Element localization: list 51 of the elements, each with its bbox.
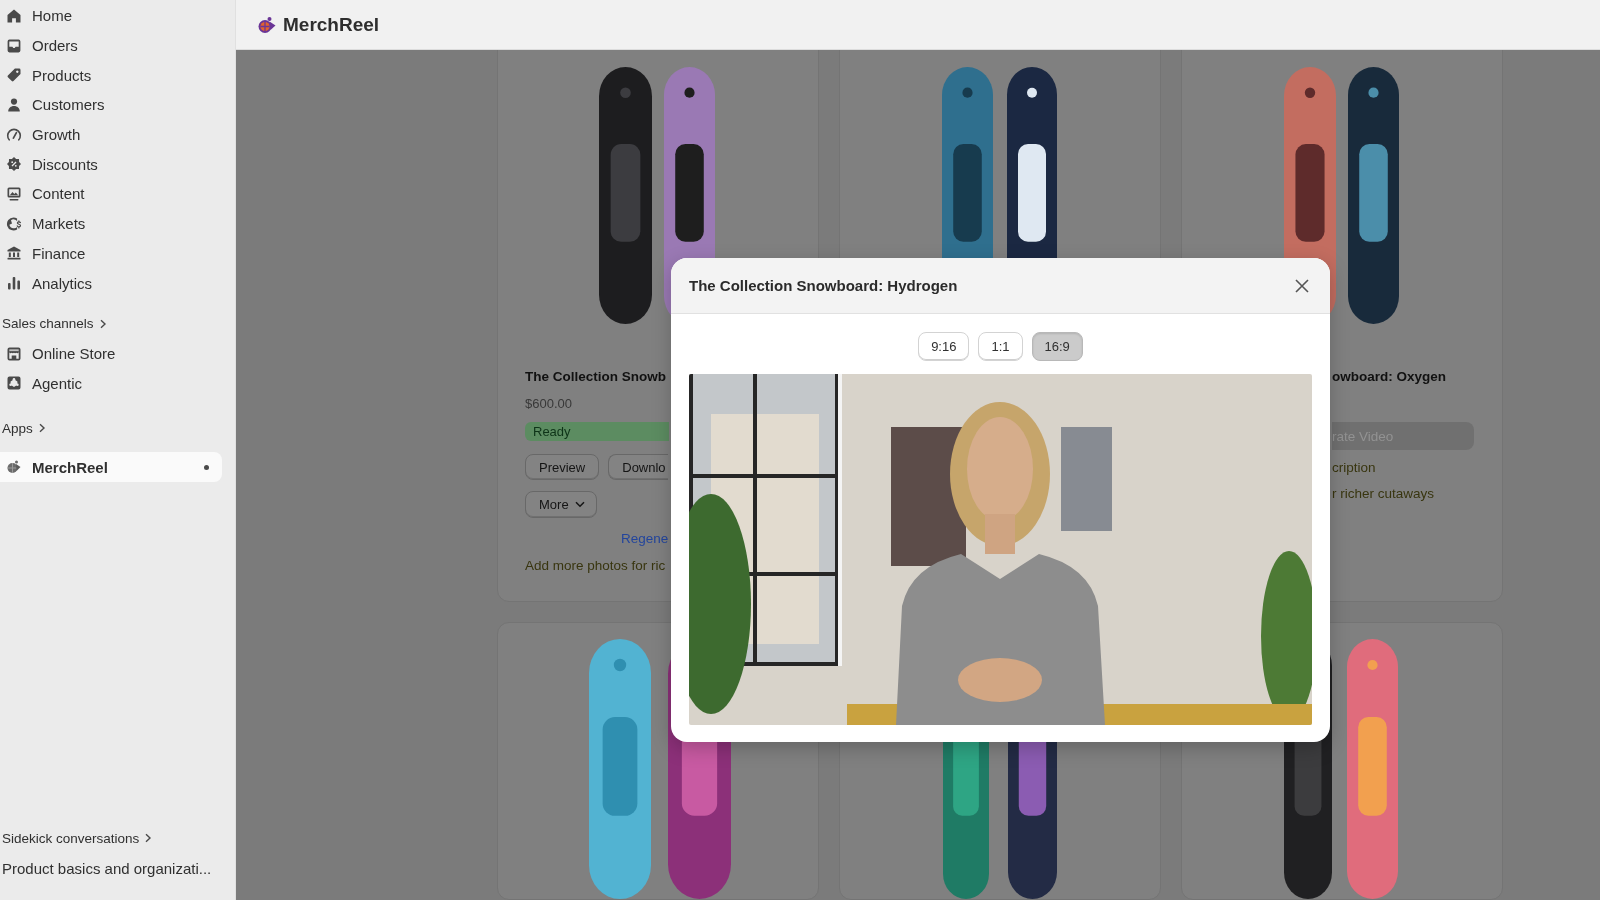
hint-text: r richer cutaways xyxy=(1332,485,1435,503)
dialog-title: The Collection Snowboard: Hydrogen xyxy=(689,277,958,294)
action-button[interactable]: Downlo xyxy=(608,454,669,480)
person-icon xyxy=(6,96,22,113)
section-heading[interactable]: Apps xyxy=(0,416,46,441)
nav-item[interactable]: Discounts xyxy=(0,149,222,180)
ball-icon xyxy=(258,15,276,34)
nav-item[interactable]: Finance xyxy=(0,238,222,269)
product-title: The Collection Snowb xyxy=(525,368,666,386)
nav-item[interactable]: Markets xyxy=(0,208,222,239)
chevron-right-icon xyxy=(144,833,153,844)
more-button[interactable]: More xyxy=(525,491,597,518)
discount-badge-icon xyxy=(6,156,22,173)
nav-item[interactable]: Products xyxy=(0,60,222,91)
ball-icon xyxy=(6,459,22,476)
nav-item[interactable]: Online Store xyxy=(0,338,222,369)
tag-icon xyxy=(6,67,22,84)
image-icon xyxy=(6,185,22,202)
nav-item[interactable]: Customers xyxy=(0,90,222,120)
gauge-icon xyxy=(6,126,22,143)
inbox-icon xyxy=(6,37,22,54)
hint-text: Add more photos for ric xyxy=(525,557,666,575)
status-badge: Ready xyxy=(525,422,669,441)
section-heading[interactable]: Sales channels xyxy=(0,311,107,336)
globe-icon xyxy=(6,215,22,232)
section-heading[interactable]: Sidekick conversations xyxy=(0,826,153,851)
nav-item[interactable]: Home xyxy=(0,1,222,31)
app-title: MerchReel xyxy=(283,13,380,36)
action-button[interactable]: Preview xyxy=(525,454,600,480)
home-icon xyxy=(6,7,22,24)
close-icon xyxy=(1295,278,1309,293)
storefront-icon xyxy=(6,345,22,362)
aspect-ratio-tab[interactable]: 16:9 xyxy=(1031,332,1083,361)
bar-chart-icon xyxy=(6,275,22,292)
aspect-ratio-tab[interactable]: 1:1 xyxy=(978,332,1023,361)
nav-item[interactable]: Content xyxy=(0,179,222,209)
nav-item[interactable]: Growth xyxy=(0,119,222,150)
nav-item[interactable]: Product basics and organizati... xyxy=(0,853,222,883)
nav-item[interactable]: MerchReel xyxy=(0,452,222,482)
chevron-right-icon xyxy=(37,423,46,434)
aspect-ratio-tab[interactable]: 9:16 xyxy=(918,332,970,361)
chevron-down-icon xyxy=(574,501,585,508)
nav-item[interactable]: Analytics xyxy=(0,268,222,298)
product-price: $600.00 xyxy=(525,395,572,413)
nav-item[interactable]: Orders xyxy=(0,30,222,61)
robot-icon xyxy=(6,375,22,392)
hint-text: cription xyxy=(1332,459,1376,477)
product-title: owboard: Oxygen xyxy=(1332,368,1446,386)
chevron-right-icon xyxy=(98,318,107,329)
nav-item[interactable]: Agentic xyxy=(0,368,222,399)
bank-icon xyxy=(6,245,22,262)
